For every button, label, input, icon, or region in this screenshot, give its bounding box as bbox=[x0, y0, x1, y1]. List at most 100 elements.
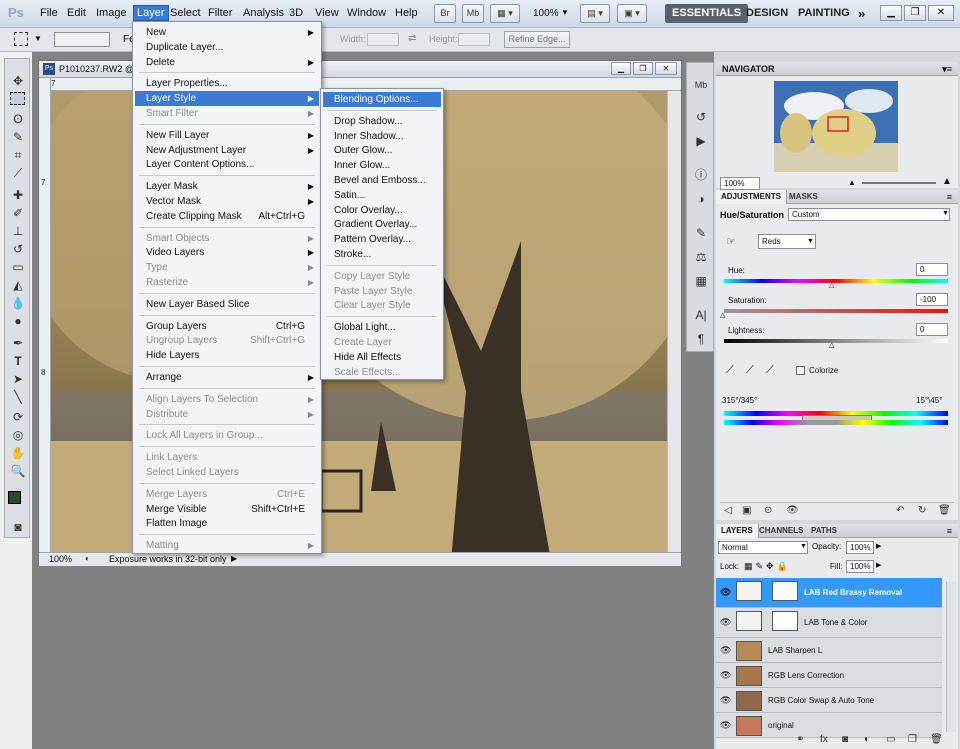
tab-layers[interactable]: LAYERS bbox=[716, 524, 759, 538]
colorize-checkbox[interactable] bbox=[796, 366, 805, 375]
previous-state-icon[interactable]: ↶ bbox=[896, 503, 904, 519]
menu-item-merge-visible[interactable]: Merge Visible Shift+Ctrl+E bbox=[135, 502, 319, 517]
zoom-dropdown-icon[interactable]: ▼ bbox=[561, 8, 569, 17]
actions-icon[interactable]: ▶ bbox=[692, 133, 710, 149]
expand-icon[interactable]: ▣ bbox=[742, 503, 751, 519]
refine-edge-button[interactable]: Refine Edge... bbox=[504, 31, 570, 48]
healing-brush-tool-icon[interactable]: ✚ bbox=[9, 187, 27, 203]
history-brush-tool-icon[interactable]: ↺ bbox=[9, 241, 27, 257]
color-icon[interactable]: ◑ bbox=[692, 191, 710, 207]
zoom-tool-icon[interactable]: 🔍 bbox=[9, 463, 27, 479]
menu-item-drop-shadow[interactable]: Drop Shadow... bbox=[323, 114, 441, 129]
menu-item-new-fill-layer[interactable]: New Fill Layer ▶ bbox=[135, 128, 319, 143]
menu-item-pattern-overlay[interactable]: Pattern Overlay... bbox=[323, 232, 441, 247]
back-icon[interactable]: ◁ bbox=[724, 503, 732, 519]
bridge-button[interactable]: Br bbox=[434, 4, 456, 23]
menu-item-flatten-image[interactable]: Flatten Image bbox=[135, 516, 319, 531]
paint-bucket-tool-icon[interactable]: ◭ bbox=[9, 277, 27, 293]
menu-item-blending-options[interactable]: Blending Options... bbox=[323, 92, 441, 107]
menu-select[interactable]: Select bbox=[170, 7, 201, 19]
tab-paths[interactable]: PATHS bbox=[806, 524, 842, 538]
panel-menu-icon[interactable]: ▾≡ bbox=[942, 62, 952, 76]
layer-style-icon[interactable]: fx bbox=[820, 734, 828, 745]
character-icon[interactable]: A| bbox=[692, 307, 710, 323]
workspace-painting[interactable]: PAINTING bbox=[798, 4, 850, 23]
saturation-slider-thumb[interactable]: △ bbox=[720, 311, 725, 319]
saturation-field[interactable]: -100 bbox=[916, 293, 948, 306]
hue-field[interactable]: 0 bbox=[916, 263, 948, 276]
visibility-eye-icon[interactable]: 👁 bbox=[720, 720, 731, 731]
layers-scrollbar[interactable] bbox=[946, 582, 956, 732]
workspace-essentials[interactable]: ESSENTIALS bbox=[665, 4, 749, 23]
menu-analysis[interactable]: Analysis bbox=[243, 7, 284, 19]
menu-item-new-layer-based-slice[interactable]: New Layer Based Slice bbox=[135, 297, 319, 312]
close-icon[interactable]: ✕ bbox=[928, 5, 954, 21]
fill-field[interactable]: 100% bbox=[846, 560, 874, 573]
vertical-scrollbar[interactable] bbox=[667, 91, 681, 553]
menu-item-layer-properties[interactable]: Layer Properties... bbox=[135, 76, 319, 91]
lock-icons[interactable]: ▦✎✥🔒 bbox=[744, 561, 791, 572]
hand-tool-icon[interactable]: ✋ bbox=[9, 445, 27, 461]
menu-item-layer-content-options[interactable]: Layer Content Options... bbox=[135, 157, 319, 172]
menu-item-bevel-and-emboss[interactable]: Bevel and Emboss... bbox=[323, 173, 441, 188]
panel-menu-icon[interactable]: ≡ bbox=[947, 524, 952, 538]
link-layers-icon[interactable]: ⚭ bbox=[796, 734, 804, 745]
blend-mode-dropdown[interactable]: Normal bbox=[718, 541, 808, 554]
menu-item-vector-mask[interactable]: Vector Mask ▶ bbox=[135, 194, 319, 209]
new-layer-icon[interactable]: ❐ bbox=[908, 734, 917, 745]
tab-masks[interactable]: MASKS bbox=[784, 190, 823, 204]
preset-dropdown-icon[interactable]: ▼ bbox=[942, 210, 949, 217]
selection-mode-buttons[interactable] bbox=[54, 32, 110, 47]
menu-item-global-light[interactable]: Global Light... bbox=[323, 320, 441, 335]
mini-bridge-icon[interactable]: Mb bbox=[692, 77, 710, 93]
menu-view[interactable]: View bbox=[315, 7, 339, 19]
menu-item-satin[interactable]: Satin... bbox=[323, 188, 441, 203]
visibility-eye-icon[interactable]: 👁 bbox=[720, 617, 731, 628]
fill-arrow-icon[interactable]: ▶ bbox=[876, 561, 881, 569]
add-mask-icon[interactable]: ◙ bbox=[842, 734, 848, 745]
quick-mask-icon[interactable]: ◙ bbox=[9, 519, 27, 535]
layer-mask-thumbnail[interactable] bbox=[772, 581, 798, 601]
menu-item-duplicate-layer[interactable]: Duplicate Layer... bbox=[135, 40, 319, 55]
delete-layer-icon[interactable]: 🗑 bbox=[930, 734, 943, 745]
dodge-tool-icon[interactable]: ● bbox=[9, 313, 27, 329]
workspace-design[interactable]: DESIGN bbox=[746, 4, 788, 23]
opacity-arrow-icon[interactable]: ▶ bbox=[876, 542, 881, 550]
restore-icon[interactable]: ❐ bbox=[904, 5, 926, 21]
delete-icon[interactable]: 🗑 bbox=[938, 503, 951, 519]
menu-item-video-layers[interactable]: Video Layers ▶ bbox=[135, 245, 319, 260]
zoom-in-icon[interactable]: ▲ bbox=[942, 176, 952, 187]
screen-mode-button[interactable]: ▣ ▾ bbox=[617, 4, 647, 23]
menu-item-create-clipping-mask[interactable]: Create Clipping Mask Alt+Ctrl+G bbox=[135, 209, 319, 224]
path-selection-tool-icon[interactable]: ➤ bbox=[9, 371, 27, 387]
menu-item-inner-shadow[interactable]: Inner Shadow... bbox=[323, 129, 441, 144]
layer-row[interactable]: 👁 LAB Sharpen L bbox=[716, 638, 942, 663]
layer-row[interactable]: 👁 LAB Red Brassy Removal bbox=[716, 578, 942, 608]
clip-icon[interactable]: ⊙ bbox=[764, 503, 772, 519]
menu-filter[interactable]: Filter bbox=[208, 7, 232, 19]
document-zoom[interactable]: 100% bbox=[49, 554, 72, 564]
navigator-panel-header[interactable]: NAVIGATOR ▾≡ bbox=[716, 62, 958, 76]
height-field[interactable] bbox=[458, 33, 490, 46]
doc-restore-icon[interactable]: ❐ bbox=[633, 62, 653, 75]
menu-3d[interactable]: 3D bbox=[289, 7, 303, 19]
clone-stamp-tool-icon[interactable]: ⊥ bbox=[9, 223, 27, 239]
eyedropper-tool-icon[interactable]: ⟋ bbox=[9, 165, 27, 181]
marquee-tool-icon[interactable] bbox=[14, 32, 28, 46]
layer-row[interactable]: 👁 RGB Lens Correction bbox=[716, 663, 942, 688]
menu-help[interactable]: Help bbox=[395, 7, 418, 19]
menu-item-layer-style[interactable]: Layer Style ▶ bbox=[135, 91, 319, 107]
zoom-level[interactable]: 100% bbox=[533, 8, 559, 19]
menu-item-new-adjustment-layer[interactable]: New Adjustment Layer ▶ bbox=[135, 143, 319, 158]
menu-image[interactable]: Image bbox=[96, 7, 127, 19]
menu-edit[interactable]: Edit bbox=[67, 7, 86, 19]
menu-item-layer-mask[interactable]: Layer Mask ▶ bbox=[135, 179, 319, 194]
type-tool-icon[interactable]: T bbox=[9, 353, 27, 369]
brushes-icon[interactable]: ✎ bbox=[692, 225, 710, 241]
hue-slider-thumb[interactable]: △ bbox=[829, 281, 834, 289]
pen-tool-icon[interactable]: ✒ bbox=[9, 335, 27, 351]
visibility-eye-icon[interactable]: 👁 bbox=[720, 587, 731, 598]
width-field[interactable] bbox=[367, 33, 399, 46]
navigator-thumbnail[interactable] bbox=[774, 81, 898, 172]
menu-item-hide-layers[interactable]: Hide Layers bbox=[135, 348, 319, 363]
